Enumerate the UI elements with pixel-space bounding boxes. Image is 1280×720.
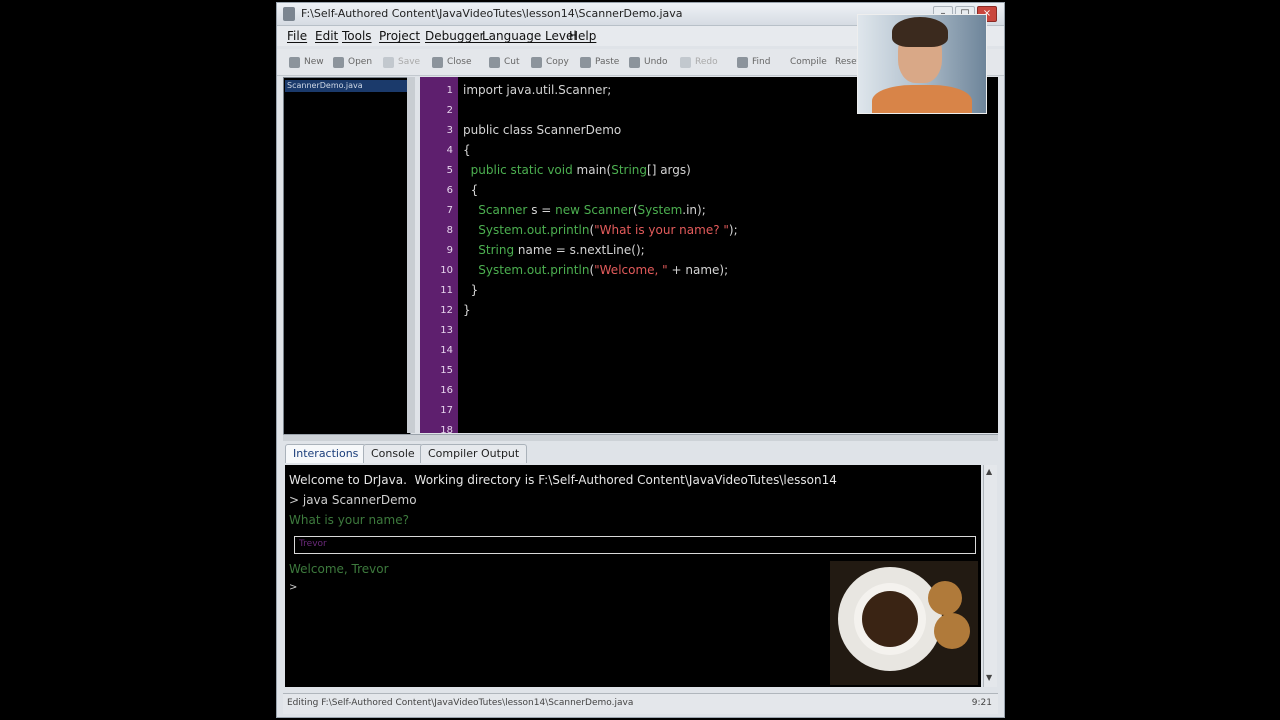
code-line: { (463, 143, 471, 157)
code-line: String name = s.nextLine(); (478, 243, 645, 257)
interactions-pane[interactable]: Welcome to DrJava. Working directory is … (285, 465, 981, 687)
scroll-down-icon[interactable]: ▼ (986, 673, 992, 682)
new-button[interactable]: New (289, 54, 324, 70)
console-prompt-line: What is your name? (289, 513, 409, 527)
line-number: 13 (440, 325, 453, 336)
line-number-gutter: 1 2 3 4 5 6 7 8 9 10 11 12 13 14 15 16 1… (420, 77, 458, 433)
code-line: import java.util.Scanner; (463, 83, 612, 97)
line-number: 11 (440, 285, 453, 296)
console-input-box[interactable]: Trevor (294, 536, 976, 554)
binoculars-icon (737, 56, 748, 68)
tab-compiler-output[interactable]: Compiler Output (420, 444, 528, 463)
line-number: 7 (446, 205, 453, 216)
paste-button[interactable]: Paste (580, 54, 619, 70)
open-button[interactable]: Open (333, 54, 372, 70)
save-icon (383, 56, 394, 68)
webcam-overlay (857, 14, 987, 114)
menu-help[interactable]: Help (569, 29, 596, 43)
paste-icon (580, 56, 591, 68)
line-number: 1 (446, 85, 453, 96)
menu-file[interactable]: File (287, 29, 307, 43)
redo-button[interactable]: Redo (680, 54, 718, 70)
menu-language-level[interactable]: Language Level (482, 29, 577, 43)
pane-splitter[interactable] (283, 434, 998, 441)
line-number: 17 (440, 405, 453, 416)
line-number: 8 (446, 225, 453, 236)
tab-interactions[interactable]: Interactions (285, 444, 367, 463)
undo-icon (629, 56, 640, 68)
save-button[interactable]: Save (383, 54, 420, 70)
line-number: 12 (440, 305, 453, 316)
code-line: { (463, 183, 479, 197)
cut-button[interactable]: Cut (489, 54, 520, 70)
line-number: 16 (440, 385, 453, 396)
menu-edit[interactable]: Edit (315, 29, 338, 43)
status-text: Editing F:\Self-Authored Content\JavaVid… (287, 698, 634, 708)
compile-button[interactable]: Compile (790, 54, 827, 70)
close-button[interactable]: Close (432, 54, 472, 70)
line-number: 3 (446, 125, 453, 136)
redo-icon (680, 56, 691, 68)
code-line: public class ScannerDemo (463, 123, 622, 137)
line-number: 14 (440, 345, 453, 356)
code-line: public static void main(String[] args) (470, 163, 691, 177)
console-output-line: Welcome, Trevor (289, 562, 389, 576)
undo-button[interactable]: Undo (629, 54, 668, 70)
console-welcome-line: Welcome to DrJava. Working directory is … (289, 473, 837, 487)
file-tree-pane: ScannerDemo.java (283, 77, 411, 435)
console-input-value: Trevor (299, 539, 327, 549)
line-number: 15 (440, 365, 453, 376)
console-command-line: > java ScannerDemo (289, 493, 417, 507)
code-line: System.out.println("What is your name? "… (478, 223, 738, 237)
copy-button[interactable]: Copy (531, 54, 569, 70)
close-file-icon (432, 56, 443, 68)
window-title: F:\Self-Authored Content\JavaVideoTutes\… (301, 7, 683, 20)
scroll-up-icon[interactable]: ▲ (986, 467, 992, 476)
line-number: 10 (440, 265, 453, 276)
menu-tools[interactable]: Tools (342, 29, 372, 43)
open-folder-icon (333, 56, 344, 68)
menu-debugger[interactable]: Debugger (425, 29, 484, 43)
new-file-icon (289, 56, 300, 68)
console-cursor-prompt: > (289, 582, 298, 593)
status-bar: Editing F:\Self-Authored Content\JavaVid… (283, 693, 998, 714)
code-line: } (463, 283, 479, 297)
code-line: Scanner s = new Scanner(System.in); (478, 203, 706, 217)
menu-project[interactable]: Project (379, 29, 420, 43)
scissors-icon (489, 56, 500, 68)
code-line: } (463, 303, 471, 317)
app-icon (283, 7, 295, 21)
line-number: 5 (446, 165, 453, 176)
file-item-scannerdemo[interactable]: ScannerDemo.java (285, 80, 407, 92)
line-number: 2 (446, 105, 453, 116)
code-editor[interactable]: 1 2 3 4 5 6 7 8 9 10 11 12 13 14 15 16 1… (420, 77, 998, 433)
line-number: 6 (446, 185, 453, 196)
file-pane-scrollbar[interactable] (407, 77, 415, 433)
code-line: System.out.println("Welcome, " + name); (478, 263, 729, 277)
line-number: 9 (446, 245, 453, 256)
copy-icon (531, 56, 542, 68)
coffee-logo-image (830, 561, 978, 685)
line-number: 4 (446, 145, 453, 156)
cursor-position: 9:21 (971, 698, 992, 708)
find-button[interactable]: Find (737, 54, 770, 70)
tab-console[interactable]: Console (363, 444, 423, 463)
console-scrollbar[interactable]: ▲ ▼ (983, 465, 997, 687)
interactions-tab-bar: Interactions Console Compiler Output (283, 443, 998, 463)
line-number: 18 (440, 425, 453, 433)
